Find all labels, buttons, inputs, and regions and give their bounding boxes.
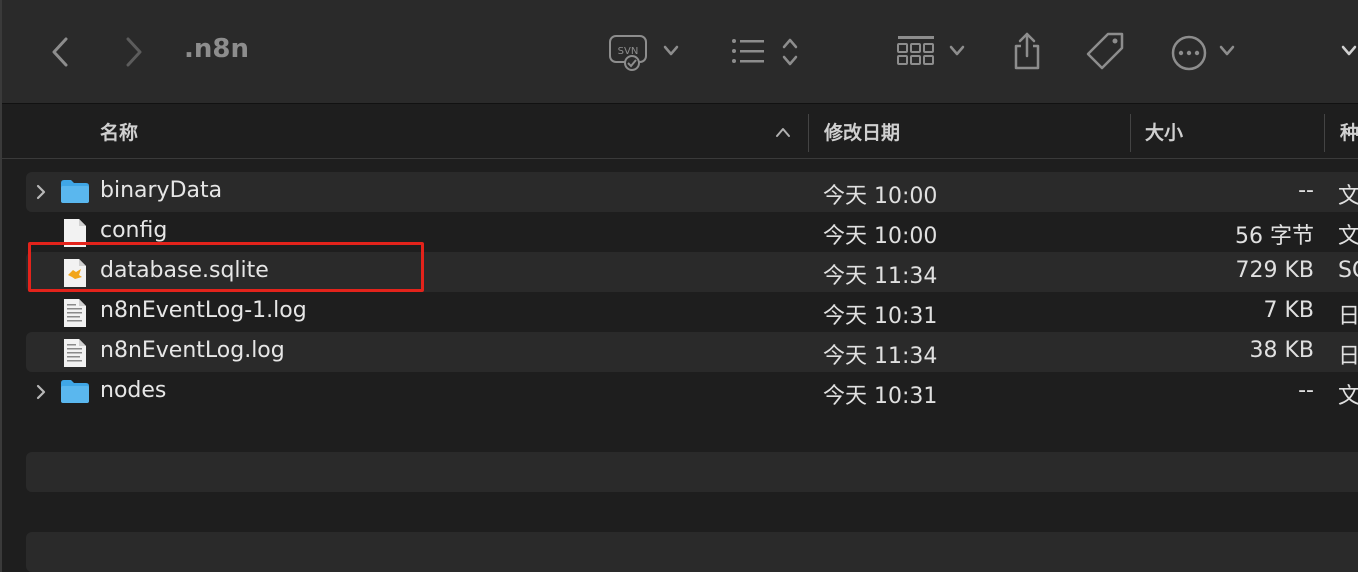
file-kind: 文 (1338, 224, 1358, 249)
highlight-annotation-box (28, 242, 424, 292)
empty-row (26, 492, 1358, 532)
column-divider[interactable] (1324, 114, 1325, 152)
disclosure-triangle-icon[interactable] (34, 382, 48, 406)
svn-label: SVN (618, 46, 639, 57)
log-file-icon (60, 338, 90, 372)
more-chevron-down-icon[interactable] (1218, 44, 1236, 58)
file-name: n8nEventLog-1.log (100, 298, 307, 323)
file-size: -- (1298, 378, 1314, 403)
column-header: 名称 修改日期 大小 种 (2, 104, 1358, 159)
sort-ascending-icon[interactable] (774, 124, 792, 143)
file-modified: 今天 10:00 (823, 184, 938, 209)
file-modified: 今天 10:31 (823, 384, 938, 409)
group-icon[interactable] (896, 34, 936, 68)
file-modified: 今天 11:34 (823, 344, 938, 369)
svn-chevron-down-icon[interactable] (662, 44, 680, 58)
file-modified: 今天 10:00 (823, 224, 938, 249)
overflow-chevron-down-icon[interactable] (1340, 44, 1358, 58)
more-icon[interactable] (1170, 34, 1208, 72)
file-size: -- (1298, 178, 1314, 203)
column-size[interactable]: 大小 (1145, 118, 1183, 145)
svn-icon[interactable]: SVN (608, 32, 650, 72)
list-view-icon[interactable] (730, 36, 770, 66)
file-size: 7 KB (1263, 298, 1314, 323)
empty-row (26, 452, 1358, 492)
file-kind: 文 (1338, 384, 1358, 409)
folder-icon (60, 378, 90, 408)
file-kind: 日 (1338, 304, 1358, 329)
file-row-binarydata[interactable]: binaryData 今天 10:00 -- 文 (26, 172, 1358, 212)
column-kind[interactable]: 种 (1340, 118, 1358, 145)
empty-row (26, 532, 1358, 572)
file-kind: SC (1338, 258, 1358, 283)
share-icon[interactable] (1010, 30, 1044, 72)
file-kind: 文 (1338, 184, 1358, 209)
file-name: nodes (100, 378, 167, 403)
column-name[interactable]: 名称 (100, 118, 138, 145)
file-kind: 日 (1338, 344, 1358, 369)
back-icon[interactable] (48, 36, 74, 68)
file-name: n8nEventLog.log (100, 338, 285, 363)
file-row-n8neventlog[interactable]: n8nEventLog.log 今天 11:34 38 KB 日 (26, 332, 1358, 372)
file-size: 38 KB (1249, 338, 1314, 363)
group-chevron-down-icon[interactable] (948, 44, 966, 58)
file-row-n8neventlog-1[interactable]: n8nEventLog-1.log 今天 10:31 7 KB 日 (26, 292, 1358, 332)
finder-window: .n8n SVN 名称 修改日期 大小 种 binaryData 今天 10:0… (0, 0, 1358, 572)
file-name: config (100, 218, 168, 243)
file-row-nodes[interactable]: nodes 今天 10:31 -- 文 (26, 372, 1358, 412)
file-list: binaryData 今天 10:00 -- 文 config 今天 10:00… (26, 172, 1358, 572)
disclosure-triangle-icon[interactable] (34, 182, 48, 206)
sort-toggle-icon[interactable] (780, 36, 800, 68)
window-title: .n8n (184, 34, 249, 64)
folder-icon (60, 178, 90, 208)
file-name: binaryData (100, 178, 223, 203)
file-size: 56 字节 (1235, 224, 1314, 249)
column-divider[interactable] (808, 114, 809, 152)
toolbar: .n8n SVN (2, 0, 1358, 104)
column-modified[interactable]: 修改日期 (824, 118, 900, 145)
file-modified: 今天 10:31 (823, 304, 938, 329)
file-size: 729 KB (1235, 258, 1314, 283)
column-divider[interactable] (1130, 114, 1131, 152)
empty-row (26, 412, 1358, 452)
tag-icon[interactable] (1084, 30, 1128, 74)
forward-icon[interactable] (120, 36, 146, 68)
file-modified: 今天 11:34 (823, 264, 938, 289)
log-file-icon (60, 298, 90, 332)
